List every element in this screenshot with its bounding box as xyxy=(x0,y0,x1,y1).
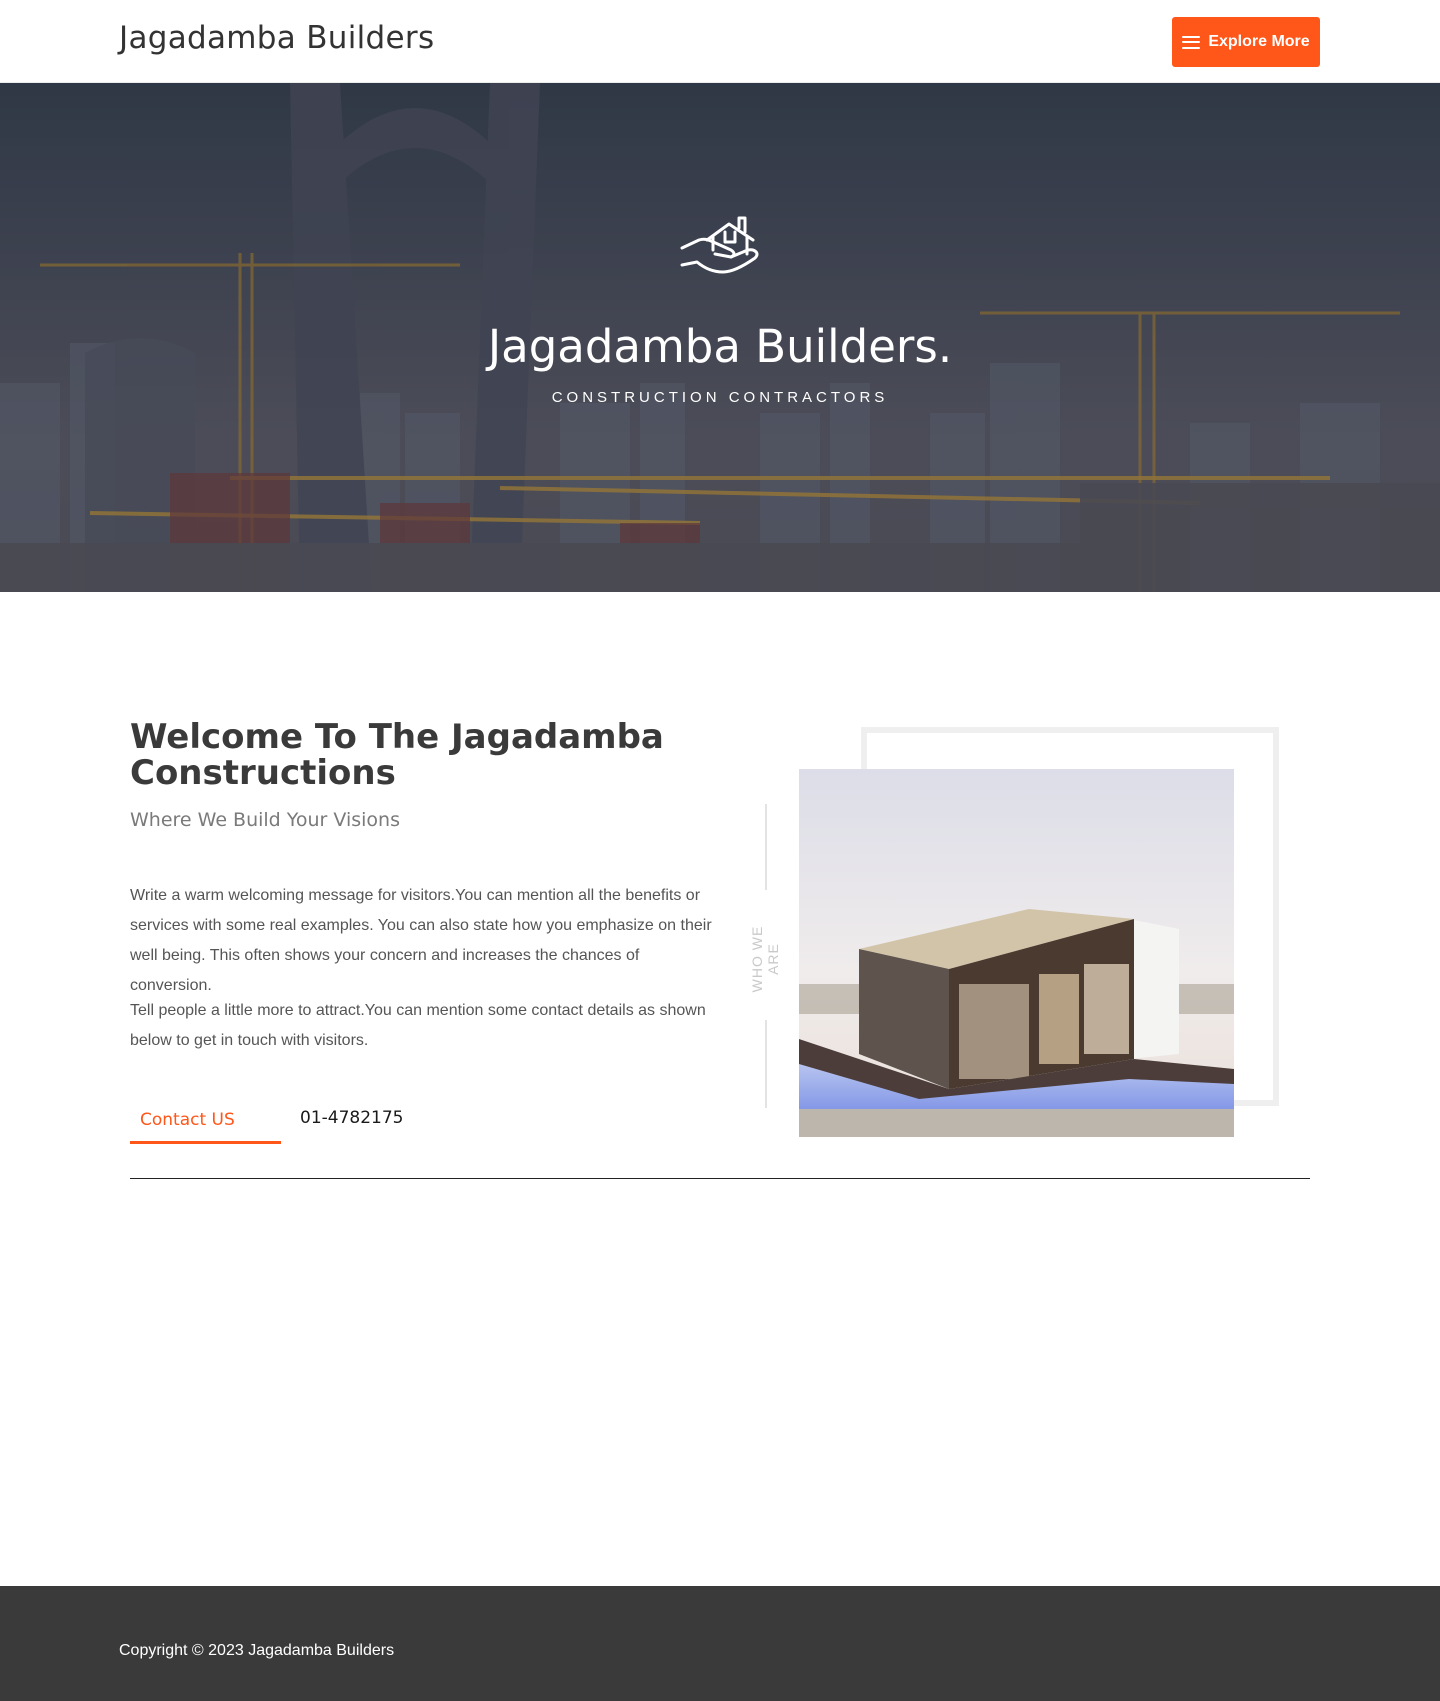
hero-subtitle: CONSTRUCTION CONTRACTORS xyxy=(551,389,889,406)
section-divider xyxy=(130,1178,1310,1179)
contact-us-button[interactable]: Contact US xyxy=(130,1104,281,1144)
explore-more-button[interactable]: Explore More xyxy=(1172,17,1320,67)
site-footer: Copyright © 2023 Jagadamba Builders xyxy=(0,1586,1440,1701)
site-header: Jagadamba Builders Explore More xyxy=(0,0,1440,83)
menu-icon xyxy=(1182,35,1201,49)
site-title[interactable]: Jagadamba Builders xyxy=(119,20,434,56)
hero-title: Jagadamba Builders. xyxy=(487,320,953,373)
phone-number[interactable]: 01-4782175 xyxy=(300,1108,403,1128)
about-paragraph-2: Tell people a little more to attract.You… xyxy=(130,1002,706,1049)
hero-banner: Jagadamba Builders. CONSTRUCTION CONTRAC… xyxy=(0,83,1440,592)
about-heading: Welcome To The Jagadamba Constructions xyxy=(130,717,664,793)
about-paragraph-1: Write a warm welcoming message for visit… xyxy=(130,887,712,994)
about-subheading: Where We Build Your Visions xyxy=(130,809,400,831)
copyright-text: Copyright © 2023 Jagadamba Builders xyxy=(119,1642,395,1659)
vertical-divider-top xyxy=(765,804,767,890)
vertical-divider-bottom xyxy=(765,1020,767,1108)
who-we-are-label: WHO WE ARE xyxy=(749,925,781,993)
explore-more-label: Explore More xyxy=(1208,33,1310,50)
hand-house-icon xyxy=(680,216,759,274)
modern-house-image xyxy=(799,769,1234,1137)
